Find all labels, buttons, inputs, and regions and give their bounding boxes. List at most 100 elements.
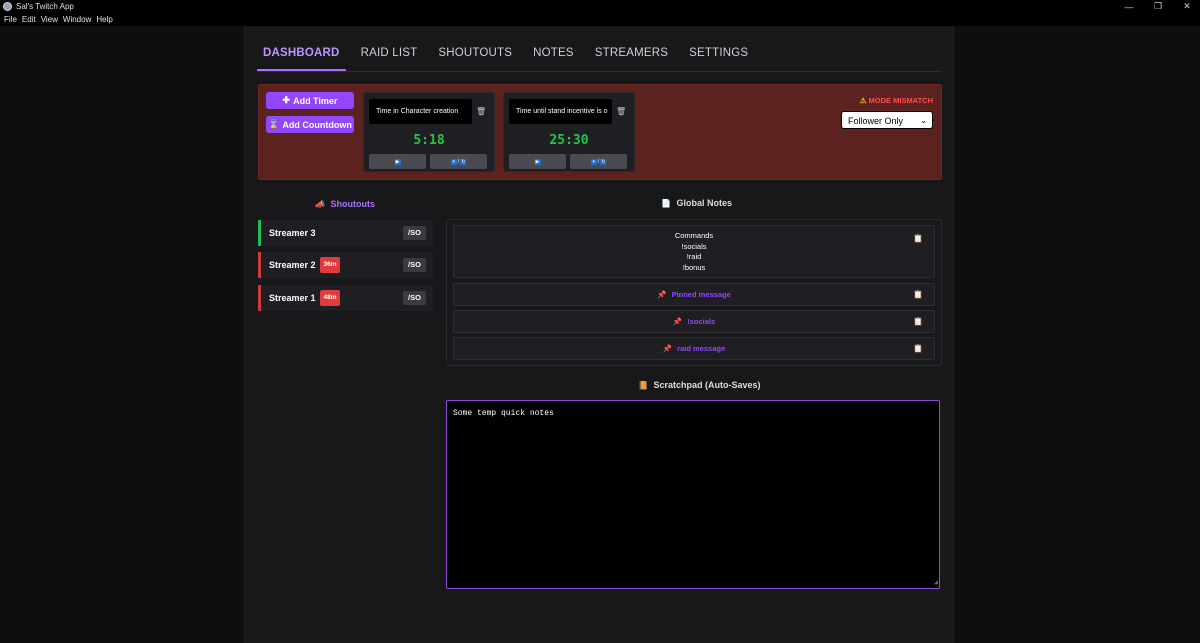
pin-icon: 📌 [672, 317, 683, 326]
separator: / [457, 158, 460, 165]
play-icon: ▶ [394, 158, 401, 165]
plus-icon: ✚ [282, 95, 291, 105]
pause-icon: ⏸ [450, 158, 457, 165]
tab-shoutouts[interactable]: SHOUTOUTS [432, 42, 518, 69]
add-countdown-label: Add Countdown [282, 119, 352, 130]
mode-mismatch-warning: ⚠ MODE MISMATCH [860, 96, 933, 105]
clipboard-icon[interactable]: 📋 [913, 290, 923, 299]
shoutout-button[interactable]: /SO [403, 226, 426, 240]
pin-icon: 📌 [662, 344, 673, 353]
pause-reset-button[interactable]: ⏸ / ↻ [430, 154, 487, 169]
pinned-note[interactable]: 📌 !socials 📋 [453, 310, 935, 333]
pinned-note-text: Pinned message [671, 290, 731, 299]
add-timer-label: Add Timer [293, 95, 338, 106]
note-line: !bonus [682, 263, 706, 273]
chevron-down-icon: ⌄ [920, 116, 927, 125]
streamer-name: Streamer 2 [269, 260, 316, 270]
timer-name-input[interactable]: Time until stand incentive is o [509, 99, 612, 124]
window-title: Sal's Twitch App [16, 2, 74, 11]
trash-icon[interactable]: 🗑 [476, 107, 486, 117]
add-countdown-button[interactable]: ⌛ Add Countdown [266, 116, 354, 133]
play-button[interactable]: ▶ [369, 154, 426, 169]
timer-value: 5:18 [413, 133, 445, 148]
pause-reset-button[interactable]: ⏸ / ↻ [570, 154, 627, 169]
timer-card: Time in Character creation 🗑 5:18 ▶ ⏸ / … [363, 92, 495, 172]
separator: / [597, 158, 600, 165]
pinned-note-text: raid message [677, 344, 726, 353]
shoutout-row: Streamer 2 36m /SO [258, 252, 433, 278]
pinned-note-label: 📌 raid message [454, 338, 934, 359]
clipboard-icon[interactable]: 📋 [913, 317, 923, 326]
menu-bar: File Edit View Window Help [0, 13, 1200, 26]
chat-mode-value: Follower Only [848, 116, 904, 126]
scratchpad-text: Some temp quick notes [453, 409, 554, 418]
megaphone-icon: 📣 [315, 200, 325, 209]
clipboard-icon[interactable]: 📋 [913, 234, 923, 243]
window-controls: — ❐ ✕ [1113, 0, 1200, 13]
resize-grip-icon[interactable]: ◢ [934, 580, 938, 587]
tab-dashboard[interactable]: DASHBOARD [257, 42, 346, 71]
global-notes-title-text: Global Notes [676, 198, 732, 208]
hourglass-icon: ⌛ [268, 119, 280, 129]
notes-list: Commands !socials !raid !bonus 📋 📌 Pinned… [446, 219, 942, 366]
restore-icon[interactable]: ❐ [1145, 0, 1171, 13]
note-item[interactable]: Commands !socials !raid !bonus 📋 [453, 225, 935, 278]
trash-icon[interactable]: 🗑 [616, 107, 626, 117]
shoutouts-title: 📣 Shoutouts [315, 199, 375, 209]
streamer-name: Streamer 3 [269, 228, 316, 238]
mode-warning-text: MODE MISMATCH [868, 96, 933, 105]
app-icon [3, 2, 12, 11]
shoutout-button[interactable]: /SO [403, 258, 426, 272]
menu-edit[interactable]: Edit [22, 15, 36, 24]
note-line: !socials [681, 241, 707, 251]
tab-notes[interactable]: NOTES [527, 42, 580, 69]
pinned-note[interactable]: 📌 Pinned message 📋 [453, 283, 935, 306]
tab-raid-list[interactable]: RAID LIST [355, 42, 424, 69]
reset-icon: ↻ [460, 158, 467, 165]
menu-window[interactable]: Window [63, 15, 91, 24]
clipboard-icon[interactable]: 📋 [913, 344, 923, 353]
timer-name-input[interactable]: Time in Character creation [369, 99, 472, 124]
play-icon: ▶ [534, 158, 541, 165]
global-notes-title: 📄 Global Notes [661, 198, 732, 208]
chat-mode-select[interactable]: Follower Only ⌄ [841, 111, 933, 129]
close-icon[interactable]: ✕ [1174, 0, 1200, 13]
menu-help[interactable]: Help [96, 15, 112, 24]
scratchpad-textarea[interactable]: Some temp quick notes ◢ [446, 400, 940, 589]
time-ago-badge: 48m [320, 290, 340, 306]
app-area: DASHBOARD RAID LIST SHOUTOUTS NOTES STRE… [0, 26, 1200, 643]
pinned-note[interactable]: 📌 raid message 📋 [453, 337, 935, 360]
note-content: Commands !socials !raid !bonus [454, 226, 934, 274]
shoutout-row: Streamer 1 48m /SO [258, 285, 433, 311]
warning-icon: ⚠ [859, 96, 867, 105]
shoutout-row: Streamer 3 /SO [258, 220, 433, 246]
pinned-note-text: !socials [687, 317, 716, 326]
pause-icon: ⏸ [590, 158, 597, 165]
scratchpad-title-text: Scratchpad (Auto-Saves) [653, 380, 761, 390]
pinned-note-label: 📌 Pinned message [454, 284, 934, 305]
timer-value: 25:30 [549, 133, 589, 148]
timer-panel: ✚ Add Timer ⌛ Add Countdown Time in Char… [258, 84, 942, 180]
tab-settings[interactable]: SETTINGS [683, 42, 754, 69]
time-ago-badge: 36m [320, 257, 340, 273]
play-button[interactable]: ▶ [509, 154, 566, 169]
menu-file[interactable]: File [4, 15, 17, 24]
menu-view[interactable]: View [41, 15, 58, 24]
tab-streamers[interactable]: STREAMERS [589, 42, 674, 69]
note-line: Commands [674, 231, 714, 240]
minimize-icon[interactable]: — [1116, 0, 1142, 13]
title-bar: Sal's Twitch App — ❐ ✕ [0, 0, 1200, 13]
shoutouts-title-text: Shoutouts [330, 199, 375, 209]
shoutout-button[interactable]: /SO [403, 291, 426, 305]
document-icon: 📄 [661, 199, 671, 208]
add-timer-button[interactable]: ✚ Add Timer [266, 92, 354, 109]
streamer-name: Streamer 1 [269, 293, 316, 303]
scratchpad-title: 📙 Scratchpad (Auto-Saves) [638, 380, 761, 390]
main-content: DASHBOARD RAID LIST SHOUTOUTS NOTES STRE… [244, 26, 954, 643]
pinned-note-label: 📌 !socials [454, 311, 934, 332]
tab-bar: DASHBOARD RAID LIST SHOUTOUTS NOTES STRE… [257, 42, 942, 72]
timer-card: Time until stand incentive is o 🗑 25:30 … [503, 92, 635, 172]
notebook-icon: 📙 [638, 381, 648, 390]
pin-icon: 📌 [657, 290, 667, 299]
reset-icon: ↻ [600, 158, 607, 165]
